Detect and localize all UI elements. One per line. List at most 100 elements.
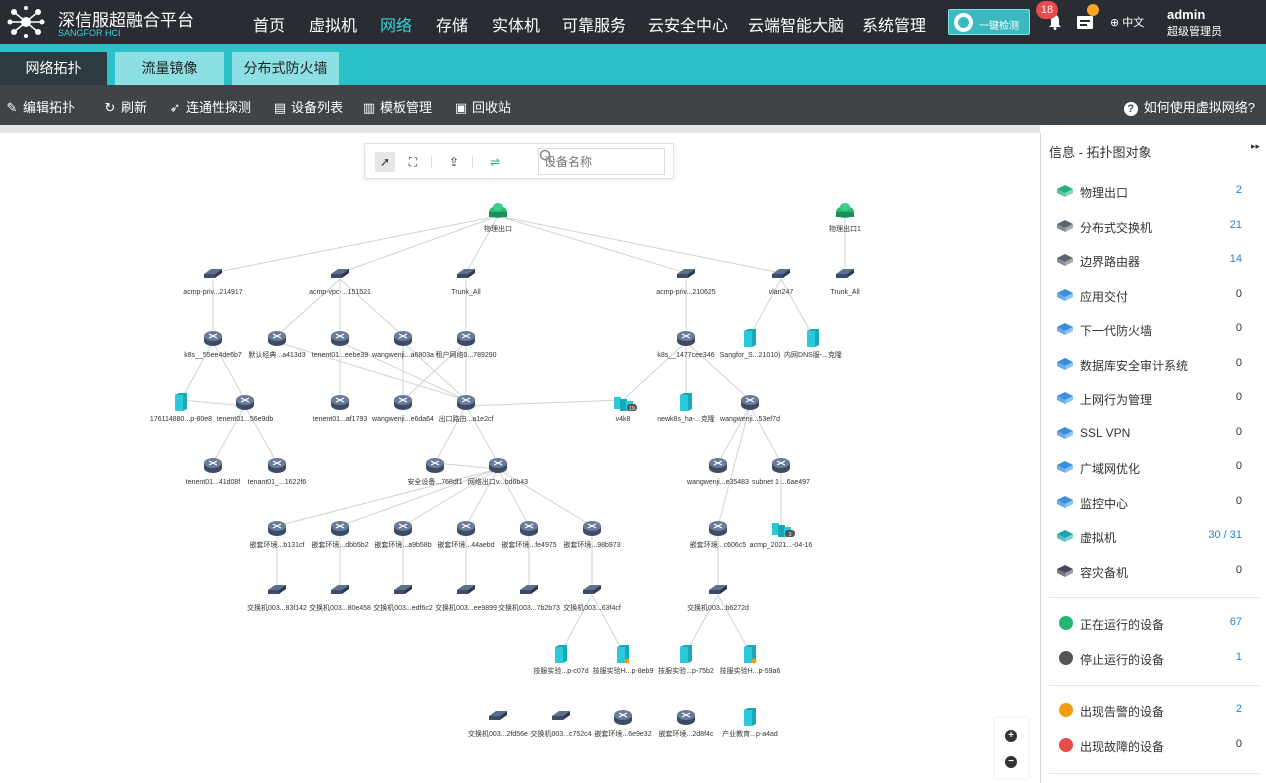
topology-node-router[interactable]: tenent01...af1793	[313, 395, 368, 423]
panel-row[interactable]: 监控中心 0	[1041, 485, 1266, 519]
panel-row[interactable]: 出现告警的设备 2	[1041, 693, 1266, 727]
topology-node-router[interactable]: tenant01_...1622f6	[248, 458, 306, 486]
zoom-out-icon[interactable]: −	[1005, 756, 1017, 768]
collapse-icon[interactable]: ▸▸	[1251, 141, 1260, 152]
topology-node-vm[interactable]: 技服实验H...p-8eb9	[593, 645, 654, 675]
topology-node-vm[interactable]: 176114880...p-80e8	[150, 393, 212, 423]
topology-canvas[interactable]: 物理出口 物理出口1 acmp-priv...214917 acmp-vpc-...1…	[0, 133, 1038, 783]
topology-node-switch[interactable]: 交换机003...ee9899	[435, 585, 497, 612]
language-switch[interactable]: ⊕ 中文	[1110, 14, 1144, 30]
panel-row[interactable]: 下一代防火墙 0	[1041, 312, 1266, 346]
topology-node-router[interactable]: 默认经典...a413d3	[248, 331, 306, 359]
swap-icon[interactable]: ⇌	[485, 152, 505, 172]
topology-node-router[interactable]: 嵌套环境...6e9e32	[594, 710, 652, 738]
nav-vm[interactable]: 虚拟机	[309, 12, 357, 36]
topology-node-router[interactable]: 出口路由...a1e2cf	[439, 395, 494, 423]
topology-node-vm[interactable]: 技服实验...p-75b2	[658, 645, 714, 675]
panel-row-count[interactable]: 0	[1236, 460, 1242, 472]
device-list-button[interactable]: ▤ 设备列表	[273, 97, 343, 116]
panel-row-count[interactable]: 0	[1236, 288, 1242, 300]
topology-node-vm[interactable]: newk8s_ha-...克隆	[657, 393, 715, 423]
topology-node-router[interactable]: 嵌套环境...98b973	[563, 521, 621, 549]
panel-row[interactable]: 虚拟机 30 / 31	[1041, 519, 1266, 553]
nav-physical[interactable]: 实体机	[492, 12, 540, 36]
box-select-icon[interactable]: ⛶	[403, 152, 423, 172]
topology-node-switch[interactable]: Trunk_All	[830, 269, 860, 296]
nav-security[interactable]: 云安全中心	[648, 12, 728, 36]
panel-row[interactable]: 容灾备机 0	[1041, 554, 1266, 588]
topology-node-switch[interactable]: 交换机003...edf6c2	[373, 585, 433, 612]
help-link[interactable]: ? 如何使用虚拟网络?	[1123, 97, 1255, 116]
topology-node-switch[interactable]: 交换机003...2fd56e	[468, 711, 528, 738]
topology-node-vmgroup[interactable]: 19 v4k8	[614, 397, 637, 423]
panel-row-count[interactable]: 0	[1236, 564, 1242, 576]
topology-node-switch[interactable]: 交换机003...63f4cf	[563, 585, 621, 612]
panel-row-count[interactable]: 0	[1236, 391, 1242, 403]
panel-row-count[interactable]: 2	[1236, 184, 1242, 196]
topology-node-router[interactable]: 嵌套环境...44aebd	[437, 521, 495, 549]
topology-node-switch[interactable]: 交换机003...7b2b73	[498, 585, 560, 612]
topology-node-vm[interactable]: 产业教育...p-a4ad	[722, 708, 778, 738]
panel-row[interactable]: 正在运行的设备 67	[1041, 606, 1266, 640]
tab-traffic-mirror[interactable]: 流量镜像	[115, 52, 224, 85]
topology-node-router[interactable]: wangwenji...e6da64	[371, 395, 434, 423]
message-icon[interactable]	[1077, 14, 1093, 29]
panel-row-count[interactable]: 0	[1236, 738, 1242, 750]
zoom-in-icon[interactable]: +	[1005, 730, 1017, 742]
topology-node-router[interactable]: 嵌套环境...b131cf	[250, 521, 305, 549]
topology-node-router[interactable]: tenent01...eebe39	[312, 331, 369, 359]
panel-row[interactable]: 广域网优化 0	[1041, 450, 1266, 484]
topology-node-switch[interactable]: 交换机003...c752c4	[530, 711, 592, 738]
connectivity-probe-button[interactable]: ➶ 连通性探测	[168, 97, 251, 116]
topology-node-vm[interactable]: 技服实验...p-c07d	[533, 645, 589, 675]
panel-row[interactable]: 上网行为管理 0	[1041, 381, 1266, 415]
tab-distributed-firewall[interactable]: 分布式防火墙	[232, 52, 339, 85]
nav-reliable[interactable]: 可靠服务	[562, 12, 626, 36]
panel-row-count[interactable]: 0	[1236, 426, 1242, 438]
one-click-check-button[interactable]: 一键检测	[948, 9, 1030, 35]
panel-row-count[interactable]: 21	[1230, 219, 1242, 231]
template-manage-button[interactable]: ▥ 模板管理	[362, 97, 432, 116]
panel-row[interactable]: 物理出口 2	[1041, 174, 1266, 208]
panel-row[interactable]: 出现故障的设备 0	[1041, 728, 1266, 762]
panel-row[interactable]: SSL VPN 0	[1041, 416, 1266, 450]
panel-row-count[interactable]: 2	[1236, 703, 1242, 715]
topology-node-router[interactable]: wangwenji...e35483	[686, 458, 749, 486]
panel-row-count[interactable]: 0	[1236, 322, 1242, 334]
export-icon[interactable]: ⇪	[444, 152, 464, 172]
topology-node-router[interactable]: tenent01...56e9db	[217, 395, 274, 423]
topology-node-router[interactable]: 安全设备...768df1	[407, 458, 463, 486]
nav-storage[interactable]: 存储	[436, 12, 468, 36]
panel-row-count[interactable]: 30 / 31	[1208, 529, 1242, 541]
topology-node-switch[interactable]: 交换机003...83f142	[247, 585, 307, 612]
topology-node-router[interactable]: 嵌套环境...a9b58b	[374, 521, 432, 549]
nav-home[interactable]: 首页	[253, 12, 285, 36]
nav-network[interactable]: 网络	[380, 12, 412, 36]
topology-node-router[interactable]: tenent01...41d08f	[186, 458, 241, 486]
topology-node-router[interactable]: 租户网络0...789290	[435, 331, 497, 359]
nav-brain[interactable]: 云端智能大脑	[748, 12, 844, 36]
topology-node-router[interactable]: 网络出口v...bd6b43	[468, 458, 528, 486]
topology-node-router[interactable]: 嵌套环境...2d8f4c	[659, 710, 714, 738]
nav-system[interactable]: 系统管理	[862, 12, 926, 36]
search-icon[interactable]	[539, 149, 553, 163]
panel-row[interactable]: 停止运行的设备 1	[1041, 641, 1266, 675]
recycle-bin-button[interactable]: ▣ 回收站	[454, 97, 511, 116]
topology-node-router[interactable]: wangwenji...53ef7d	[719, 395, 780, 423]
topology-node-router[interactable]: k8s__55ee4de6b7	[184, 331, 242, 359]
topology-node-switch[interactable]: 交换机003...80e458	[309, 585, 371, 612]
topology-graph[interactable]: 物理出口 物理出口1 acmp-priv...214917 acmp-vpc-...1…	[0, 133, 1038, 783]
topology-node-switch[interactable]: 交换机003...b6272d	[687, 585, 749, 612]
topology-node-router[interactable]: 嵌套环境...c606c5	[690, 521, 747, 549]
topology-node-vm[interactable]: Sangfor_S...21010)	[720, 329, 781, 359]
tab-topology[interactable]: 网络拓扑	[0, 52, 107, 85]
topology-node-vm[interactable]: 技服实验H...p-59a6	[720, 645, 781, 675]
panel-row[interactable]: 边界路由器 14	[1041, 243, 1266, 277]
user-name[interactable]: admin	[1167, 7, 1205, 22]
panel-row-count[interactable]: 1	[1236, 651, 1242, 663]
topology-node-vmgroup[interactable]: 3 acmp_2021...-04-16	[750, 523, 813, 549]
device-search-input[interactable]	[539, 149, 643, 174]
panel-row[interactable]: 分布式交换机 21	[1041, 209, 1266, 243]
topology-node-vm[interactable]: 内网DNS服-...克隆	[784, 329, 842, 359]
topology-node-router[interactable]: 嵌套环境...fe4975	[501, 521, 557, 549]
